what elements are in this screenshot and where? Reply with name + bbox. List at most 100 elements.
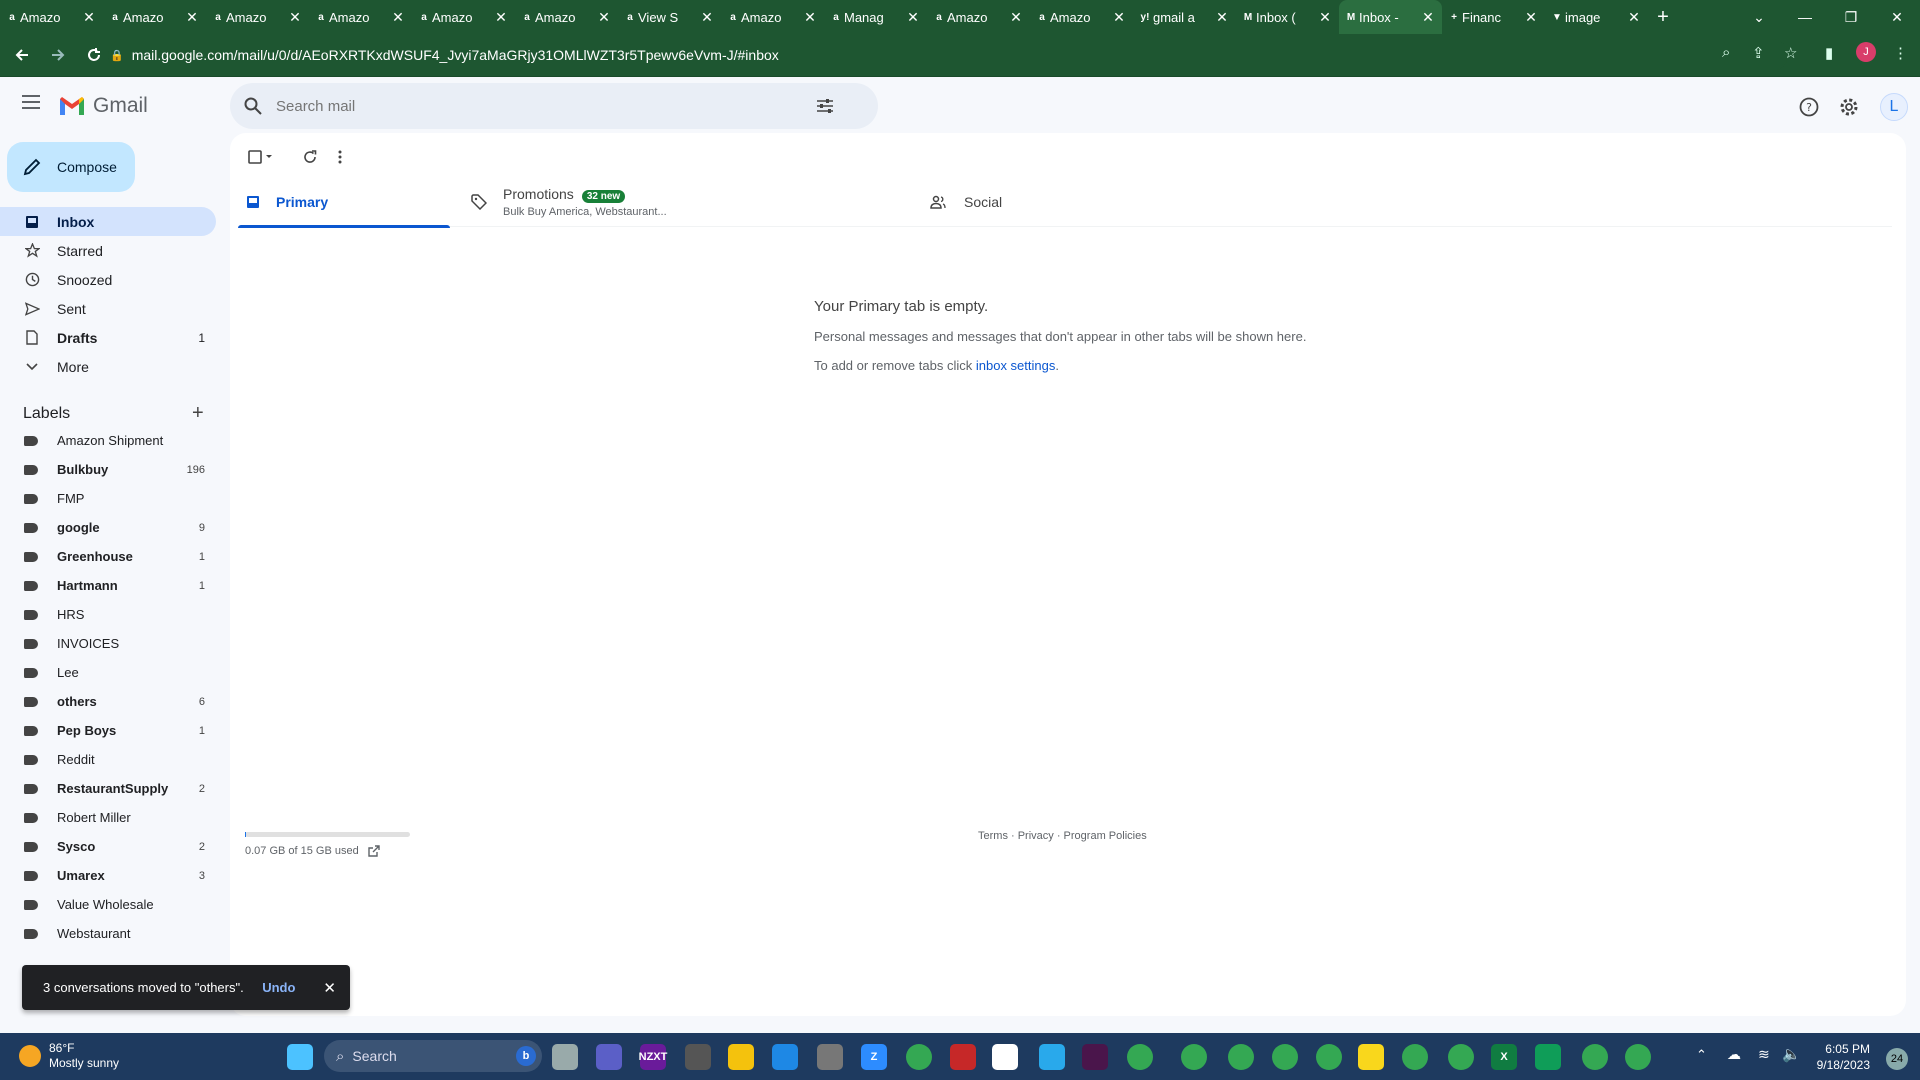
chrome-icon[interactable] <box>1582 1044 1608 1070</box>
taskbar-search[interactable]: ⌕ Search b <box>324 1040 542 1072</box>
task-view-icon[interactable] <box>552 1044 578 1070</box>
reload-button[interactable] <box>80 41 108 69</box>
sidebar-item-more[interactable]: More <box>0 352 216 381</box>
close-tab-icon[interactable]: ✕ <box>390 9 406 26</box>
label-item[interactable]: Amazon Shipment <box>0 426 216 455</box>
close-tab-icon[interactable]: ✕ <box>1214 9 1230 26</box>
chrome-icon[interactable] <box>1625 1044 1651 1070</box>
side-panel-icon[interactable]: ▮ <box>1825 44 1833 62</box>
edge-icon[interactable] <box>1535 1044 1561 1070</box>
compose-button[interactable]: Compose <box>7 142 135 192</box>
label-item[interactable]: Lee <box>0 658 216 687</box>
tab-social[interactable]: Social <box>930 177 1130 227</box>
settings-gear-icon[interactable] <box>1837 95 1861 119</box>
close-tab-icon[interactable]: ✕ <box>493 9 509 26</box>
sidebar-item-snoozed[interactable]: Snoozed <box>0 265 216 294</box>
label-item[interactable]: Bulkbuy 196 <box>0 455 216 484</box>
label-item[interactable]: Umarex 3 <box>0 861 216 890</box>
close-tab-icon[interactable]: ✕ <box>596 9 612 26</box>
chrome-icon[interactable] <box>1448 1044 1474 1070</box>
close-tab-icon[interactable]: ✕ <box>1626 9 1642 26</box>
sticky-notes-icon[interactable] <box>1358 1044 1384 1070</box>
photos-icon[interactable] <box>950 1044 976 1070</box>
browser-tab[interactable]: M Inbox (✕ <box>1236 0 1339 34</box>
label-item[interactable]: others 6 <box>0 687 216 716</box>
label-item[interactable]: RestaurantSupply 2 <box>0 774 216 803</box>
chrome-icon[interactable] <box>1402 1044 1428 1070</box>
close-tab-icon[interactable]: ✕ <box>1420 9 1436 26</box>
browser-tab[interactable]: ▼ image ✕ <box>1545 0 1648 34</box>
close-tab-icon[interactable]: ✕ <box>905 9 921 26</box>
gmail-logo[interactable]: Gmail <box>58 94 148 118</box>
add-label-icon[interactable]: + <box>192 402 204 425</box>
bookmark-star-icon[interactable]: ☆ <box>1784 44 1797 62</box>
more-actions-icon[interactable] <box>338 147 342 167</box>
search-bar[interactable] <box>230 83 878 129</box>
browser-tab[interactable]: a Amazo ✕ <box>721 0 824 34</box>
file-explorer-icon[interactable] <box>728 1044 754 1070</box>
browser-tab[interactable]: a Amazo ✕ <box>0 0 103 34</box>
minimize-button[interactable]: — <box>1782 0 1828 34</box>
label-item[interactable]: Robert Miller <box>0 803 216 832</box>
maximize-button[interactable]: ❐ <box>1828 0 1874 34</box>
cortana-bing-icon[interactable]: b <box>516 1046 536 1066</box>
browser-tab[interactable]: a Amazo ✕ <box>1030 0 1133 34</box>
calendar-icon[interactable] <box>772 1044 798 1070</box>
browser-tab[interactable]: y! gmail a ✕ <box>1133 0 1236 34</box>
app-icon[interactable] <box>685 1044 711 1070</box>
clock[interactable]: 6:05 PM 9/18/2023 <box>1817 1041 1870 1073</box>
close-tab-icon[interactable]: ✕ <box>1317 9 1333 26</box>
slack-icon[interactable] <box>1082 1044 1108 1070</box>
tray-chevron-icon[interactable]: ⌃ <box>1696 1047 1707 1063</box>
label-item[interactable]: Value Wholesale <box>0 890 216 919</box>
chart-app-icon[interactable] <box>992 1044 1018 1070</box>
close-toast-icon[interactable]: ✕ <box>323 979 336 997</box>
url-bar[interactable]: 🔒 mail.google.com/mail/u/0/d/AEoRXRTKxdW… <box>108 39 1788 71</box>
browser-tab[interactable]: M Inbox - ✕ <box>1339 0 1442 34</box>
sidebar-item-drafts[interactable]: Drafts 1 <box>0 323 216 352</box>
back-button[interactable] <box>8 41 36 69</box>
account-avatar[interactable]: L <box>1880 93 1908 121</box>
label-item[interactable]: INVOICES <box>0 629 216 658</box>
windows-start-icon[interactable] <box>287 1044 313 1070</box>
close-tab-icon[interactable]: ✕ <box>802 9 818 26</box>
close-tab-icon[interactable]: ✕ <box>184 9 200 26</box>
chrome-icon[interactable] <box>1127 1044 1153 1070</box>
label-item[interactable]: google 9 <box>0 513 216 542</box>
weather-widget[interactable]: 86°F Mostly sunny <box>19 1041 119 1071</box>
telegram-icon[interactable] <box>1039 1044 1065 1070</box>
zoom-icon[interactable]: ⌕ <box>1722 44 1730 61</box>
label-item[interactable]: Hartmann 1 <box>0 571 216 600</box>
chrome-icon[interactable] <box>1316 1044 1342 1070</box>
label-item[interactable]: Greenhouse 1 <box>0 542 216 571</box>
help-icon[interactable]: ? <box>1797 95 1821 119</box>
label-item[interactable]: Pep Boys 1 <box>0 716 216 745</box>
label-item[interactable]: FMP <box>0 484 216 513</box>
tab-primary[interactable]: Primary <box>238 177 450 228</box>
new-tab-button[interactable]: + <box>1648 6 1678 29</box>
browser-tab[interactable]: a Amazo ✕ <box>927 0 1030 34</box>
calculator-icon[interactable] <box>817 1044 843 1070</box>
wifi-icon[interactable]: ≋ <box>1758 1046 1770 1063</box>
close-tab-icon[interactable]: ✕ <box>699 9 715 26</box>
footer-links[interactable]: Terms · Privacy · Program Policies <box>978 830 1147 842</box>
refresh-icon[interactable] <box>303 147 317 167</box>
search-input[interactable] <box>276 97 816 115</box>
browser-tab[interactable]: a View S ✕ <box>618 0 721 34</box>
close-tab-icon[interactable]: ✕ <box>1008 9 1024 26</box>
browser-tab[interactable]: a Amazo ✕ <box>206 0 309 34</box>
kebab-menu-icon[interactable]: ⋮ <box>1893 44 1908 62</box>
browser-tab[interactable]: a Amazo ✕ <box>412 0 515 34</box>
share-icon[interactable]: ⇪ <box>1752 44 1765 62</box>
nzxt-icon[interactable]: NZXT <box>639 1044 667 1070</box>
tab-promotions[interactable]: Promotions 32 new Bulk Buy America, Webst… <box>471 177 691 227</box>
undo-button[interactable]: Undo <box>262 980 295 995</box>
label-item[interactable]: Sysco 2 <box>0 832 216 861</box>
search-icon[interactable] <box>244 97 262 115</box>
inbox-settings-link[interactable]: inbox settings <box>976 358 1056 373</box>
chrome-icon[interactable] <box>906 1044 932 1070</box>
browser-tab[interactable]: a Amazo ✕ <box>103 0 206 34</box>
main-menu-icon[interactable] <box>22 95 40 109</box>
close-tab-icon[interactable]: ✕ <box>287 9 303 26</box>
browser-tab[interactable]: a Amazo ✕ <box>515 0 618 34</box>
